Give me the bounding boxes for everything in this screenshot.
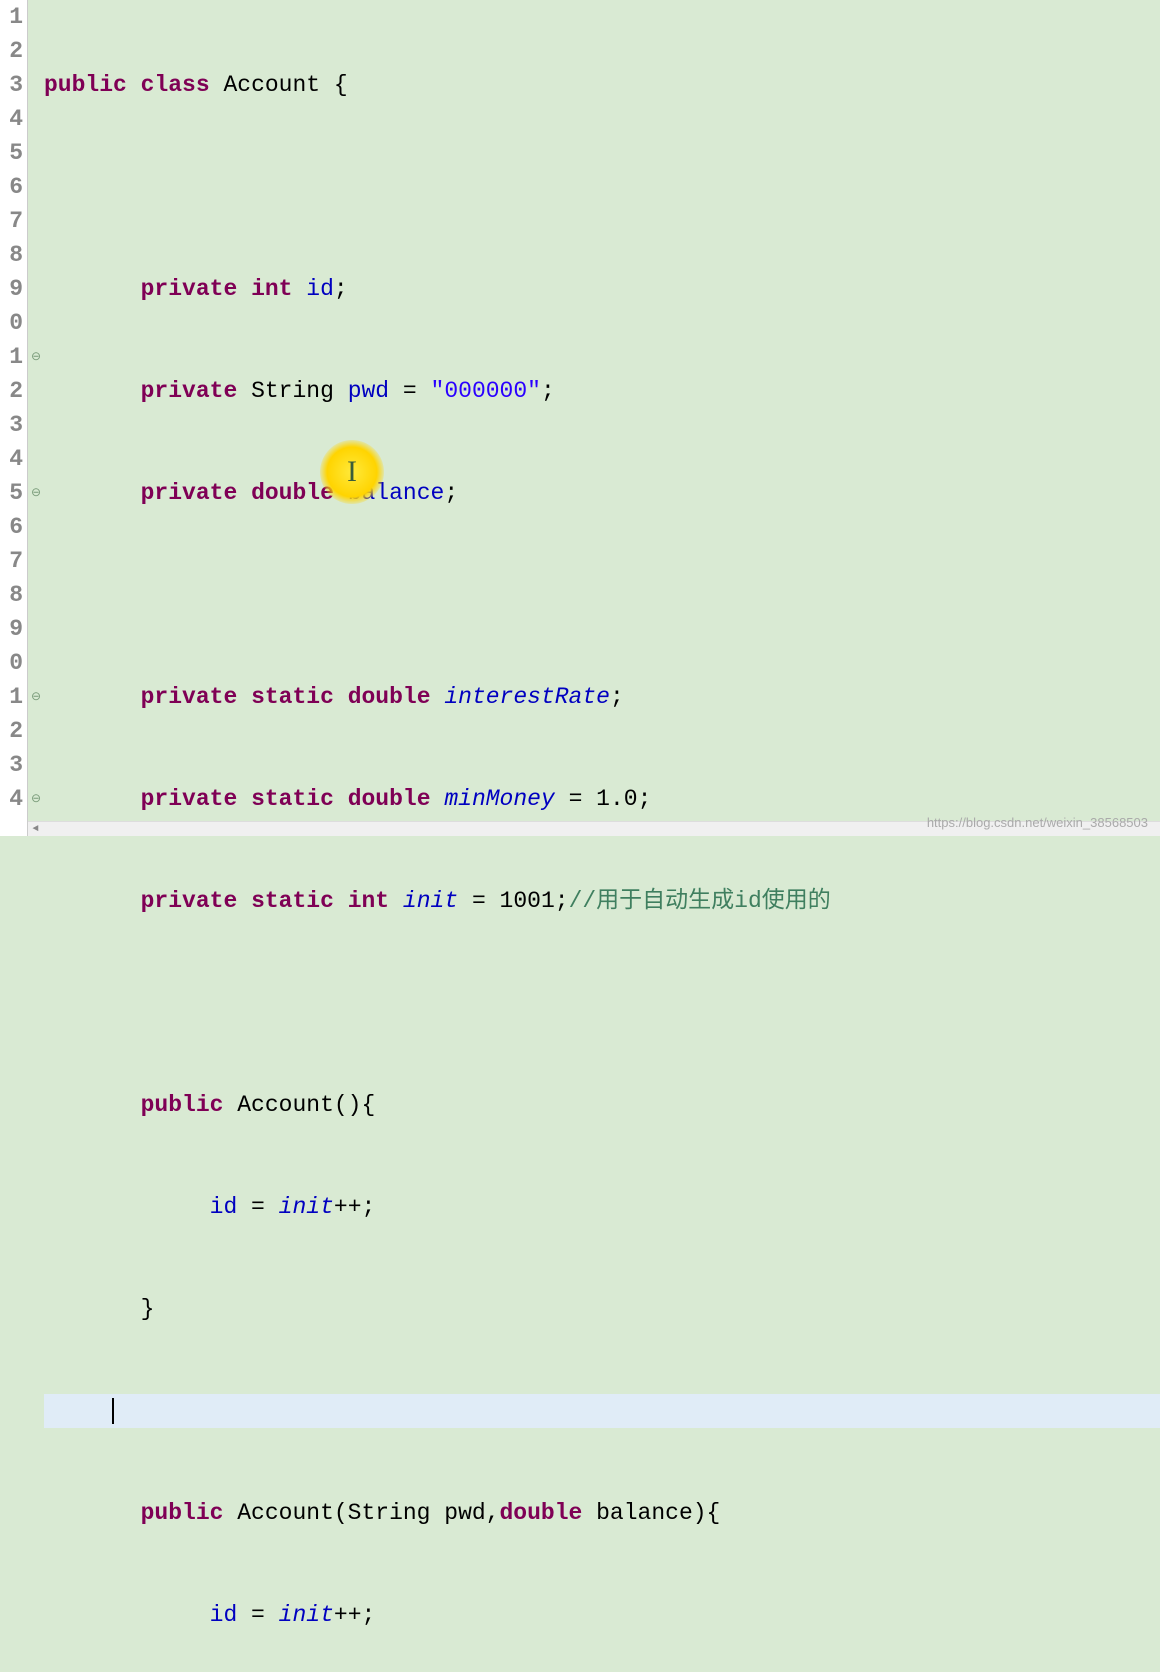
line-number: 2 — [0, 34, 23, 68]
code-line: public class Account { — [44, 68, 1160, 102]
fold-icon[interactable]: ⊖ — [28, 680, 44, 714]
code-area[interactable]: public class Account { private int id; p… — [44, 0, 1160, 836]
line-number: 5 — [0, 476, 23, 510]
fold-marker-column: ⊖ ⊖ ⊖ ⊖ — [28, 0, 44, 836]
line-number: 7 — [0, 204, 23, 238]
code-line — [44, 170, 1160, 204]
code-line — [44, 986, 1160, 1020]
line-number: 4 — [0, 782, 23, 816]
scroll-left-icon[interactable]: ◄ — [28, 823, 43, 836]
line-number: 9 — [0, 612, 23, 646]
code-editor: 1 2 3 4 5 6 7 8 9 0 1 2 3 4 5 6 7 8 9 0 … — [0, 0, 1160, 836]
line-number: 8 — [0, 578, 23, 612]
code-line: private static double interestRate; — [44, 680, 1160, 714]
line-number-gutter: 1 2 3 4 5 6 7 8 9 0 1 2 3 4 5 6 7 8 9 0 … — [0, 0, 28, 836]
line-number: 1 — [0, 0, 23, 34]
code-line: id = init++; — [44, 1598, 1160, 1632]
line-number: 4 — [0, 102, 23, 136]
line-number: 3 — [0, 748, 23, 782]
line-number: 7 — [0, 544, 23, 578]
fold-icon[interactable]: ⊖ — [28, 476, 44, 510]
code-line: public Account(){ — [44, 1088, 1160, 1122]
code-line: private double balance; — [44, 476, 1160, 510]
line-number: 3 — [0, 68, 23, 102]
code-line: private String pwd = "000000"; — [44, 374, 1160, 408]
line-number: 9 — [0, 272, 23, 306]
line-number: 6 — [0, 510, 23, 544]
line-number: 1 — [0, 340, 23, 374]
line-number: 4 — [0, 442, 23, 476]
line-number: 0 — [0, 646, 23, 680]
line-number: 5 — [0, 136, 23, 170]
code-line: } — [44, 1292, 1160, 1326]
code-line-active — [44, 1394, 1160, 1428]
line-number: 1 — [0, 680, 23, 714]
code-line: public Account(String pwd,double balance… — [44, 1496, 1160, 1530]
line-number: 0 — [0, 306, 23, 340]
code-line: private static int init = 1001;//用于自动生成i… — [44, 884, 1160, 918]
line-number: 2 — [0, 714, 23, 748]
code-line — [44, 578, 1160, 612]
line-number: 8 — [0, 238, 23, 272]
code-line: private int id; — [44, 272, 1160, 306]
line-number: 6 — [0, 170, 23, 204]
line-number: 3 — [0, 408, 23, 442]
line-number: 2 — [0, 374, 23, 408]
fold-icon[interactable]: ⊖ — [28, 340, 44, 374]
watermark-text: https://blog.csdn.net/weixin_38568503 — [927, 815, 1148, 830]
code-line: id = init++; — [44, 1190, 1160, 1224]
fold-icon[interactable]: ⊖ — [28, 782, 44, 816]
code-line: private static double minMoney = 1.0; — [44, 782, 1160, 816]
